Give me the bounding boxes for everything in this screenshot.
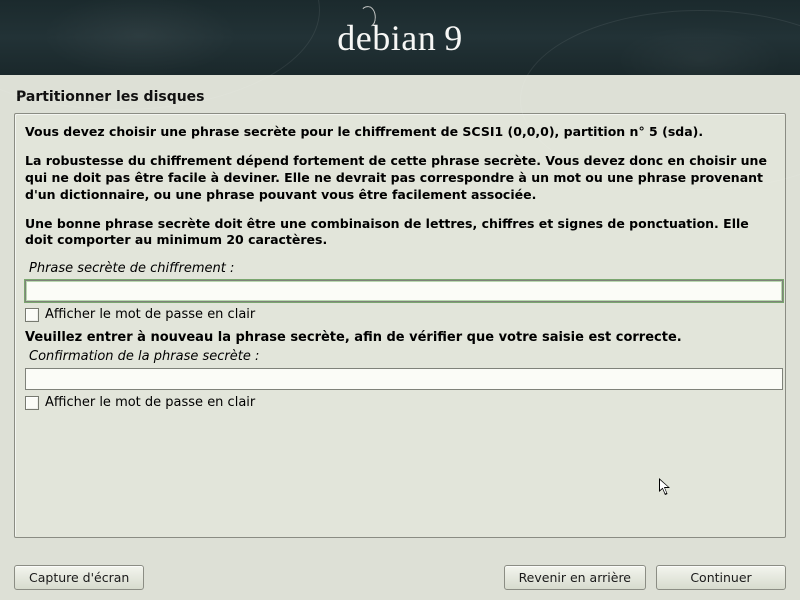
show-password-label-1: Afficher le mot de passe en clair [45, 307, 255, 322]
screenshot-button[interactable]: Capture d'écran [14, 565, 144, 590]
passphrase-label: Phrase secrète de chiffrement : [29, 261, 777, 276]
bottom-bar: Capture d'écran Revenir en arrière Conti… [0, 559, 800, 600]
passphrase-input[interactable] [25, 280, 783, 302]
show-password-checkbox-1[interactable] [25, 308, 39, 322]
instruction-3: Une bonne phrase secrète doit être une c… [25, 216, 775, 250]
confirm-label: Confirmation de la phrase secrète : [29, 349, 777, 364]
go-back-button[interactable]: Revenir en arrière [504, 565, 646, 590]
passphrase-confirm-input[interactable] [25, 368, 783, 390]
brand-name: debian [337, 17, 436, 59]
continue-button[interactable]: Continuer [656, 565, 786, 590]
brand: debian 9 [337, 17, 462, 59]
show-password-label-2: Afficher le mot de passe en clair [45, 395, 255, 410]
show-password-checkbox-2[interactable] [25, 396, 39, 410]
header-banner: debian 9 [0, 0, 800, 75]
brand-version: 9 [444, 17, 463, 59]
confirm-prompt: Veuillez entrer à nouveau la phrase secr… [25, 330, 775, 345]
